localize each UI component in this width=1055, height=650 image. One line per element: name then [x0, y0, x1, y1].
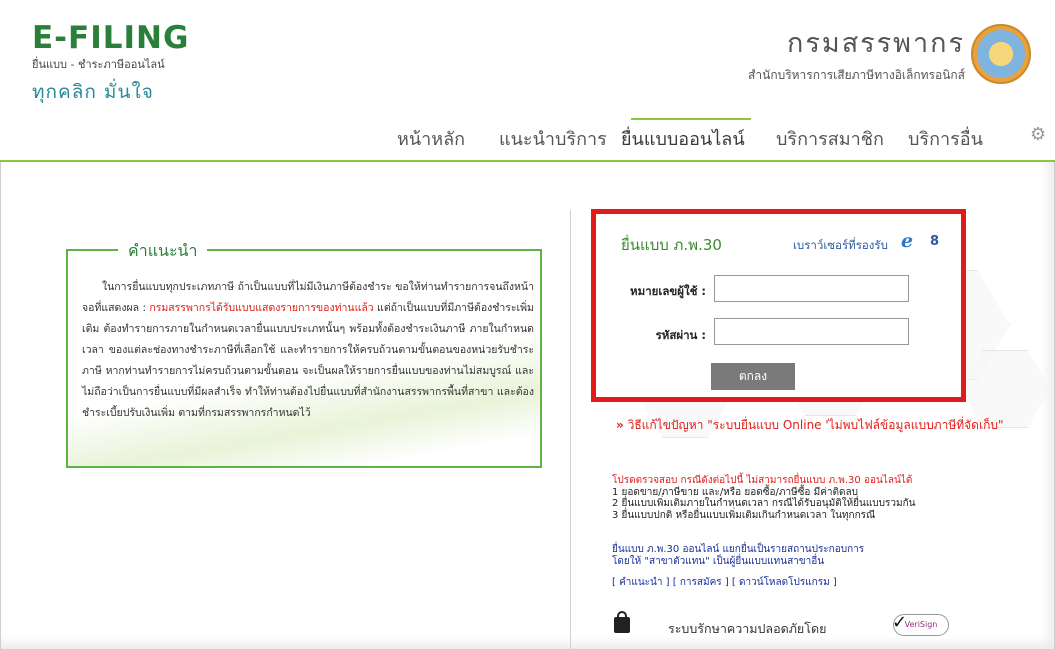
nav-active-indicator — [631, 118, 751, 120]
notice-line: 3 ยื่นแบบปกติ หรือยื่นแบบเพิ่มเติมเกินกำ… — [612, 509, 876, 521]
link-advice[interactable]: [ คำแนะนำ ] — [612, 577, 670, 588]
gear-icon[interactable]: ⚙ — [1030, 124, 1046, 145]
efiling-logo[interactable]: E-FILING ยื่นแบบ - ชำระภาษีออนไลน์ ทุกคล… — [32, 22, 189, 107]
site-header: E-FILING ยื่นแบบ - ชำระภาษีออนไลน์ ทุกคล… — [0, 0, 1055, 162]
nav-item-file-online[interactable]: ยื่นแบบออนไลน์ — [621, 124, 745, 153]
nav-item-other-services[interactable]: บริการอื่น — [908, 124, 983, 153]
advice-title: คำแนะนำ — [118, 239, 208, 264]
login-panel: ยื่นแบบ ภ.พ.30 เบราว์เซอร์ที่รองรับ e 8 … — [591, 209, 966, 402]
department-subtitle: สำนักบริหารการเสียภาษีทางอิเล็กทรอนิกส์ — [748, 68, 965, 82]
browser-version: 8 — [930, 234, 940, 249]
help-link[interactable]: » วิธีแก้ไขปัญหา "ระบบยื่นแบบ Online 'ไม… — [616, 418, 1006, 433]
password-label: รหัสผ่าน : — [655, 328, 706, 342]
link-download-program[interactable]: [ ดาวน์โหลดโปรแกรม ] — [732, 577, 837, 588]
nav-item-member-services[interactable]: บริการสมาชิก — [776, 124, 884, 153]
advice-text-highlight: กรมสรรพากรได้รับแบบแสดงรายการของท่านแล้ว — [149, 302, 374, 314]
login-title: ยื่นแบบ ภ.พ.30 — [621, 236, 722, 254]
logo-slogan: ทุกคลิก มั่นใจ — [32, 81, 154, 103]
revenue-department-seal-icon — [971, 24, 1031, 84]
department-block: กรมสรรพากร สำนักบริหารการเสียภาษีทางอิเล… — [748, 28, 965, 85]
nav-item-service-intro[interactable]: แนะนำบริการ — [499, 124, 607, 153]
help-prefix: » — [616, 418, 624, 432]
advice-box: คำแนะนำ ในการยื่นแบบทุกประเภทภาษี ถ้าเป็… — [66, 239, 542, 468]
username-input[interactable] — [714, 275, 909, 302]
nav-item-home[interactable]: หน้าหลัก — [397, 124, 465, 153]
notice-line: 1 ยอดขาย/ภาษีขาย และ/หรือ ยอดซื้อ/ภาษีซื… — [612, 486, 858, 498]
lock-icon — [614, 611, 630, 633]
submit-button[interactable]: ตกลง — [711, 363, 795, 390]
branch-note-line1: ยื่นแบบ ภ.พ.30 ออนไลน์ แยกยื่นเป็นรายสถา… — [612, 544, 865, 555]
internet-explorer-icon: e — [901, 230, 914, 252]
help-text: วิธีแก้ไขปัญหา "ระบบยื่นแบบ Online 'ไม่พ… — [627, 418, 1004, 432]
security-text: ระบบรักษาความปลอดภัยโดย — [668, 621, 827, 636]
branch-links: [ คำแนะนำ ] [ การสมัคร ] [ ดาวน์โหลดโปรแ… — [612, 575, 837, 590]
department-name: กรมสรรพากร — [787, 28, 965, 59]
username-label: หมายเลขผู้ใช้ : — [630, 284, 706, 298]
main-nav: หน้าหลัก แนะนำบริการ ยื่นแบบออนไลน์ บริก… — [0, 118, 1055, 158]
link-register[interactable]: [ การสมัคร ] — [673, 577, 729, 588]
branch-note: ยื่นแบบ ภ.พ.30 ออนไลน์ แยกยื่นเป็นรายสถา… — [612, 544, 1012, 567]
notice-heading: โปรดตรวจสอบ กรณีดังต่อไปนี้ ไม่สามารถยื่… — [612, 475, 913, 486]
supported-browser-label: เบราว์เซอร์ที่รองรับ — [793, 238, 888, 252]
branch-note-line2: โดยให้ "สาขาตัวแทน" เป็นผู้ยื่นแบบแทนสาข… — [612, 555, 825, 567]
checkmark-icon: ✓ — [892, 612, 908, 633]
password-input[interactable] — [714, 318, 909, 345]
advice-text: ในการยื่นแบบทุกประเภทภาษี ถ้าเป็นแบบที่ไ… — [82, 277, 534, 424]
column-divider — [570, 210, 571, 650]
advice-text-part2: แต่ถ้าเป็นแบบที่มีภาษีต้องชำระเพิ่มเติม … — [82, 302, 534, 419]
logo-subtitle: ยื่นแบบ - ชำระภาษีออนไลน์ — [32, 58, 165, 71]
notice-line: 2 ยื่นแบบเพิ่มเติมภายในกำหนดเวลา กรณีได้… — [612, 498, 916, 509]
notice-block: โปรดตรวจสอบ กรณีดังต่อไปนี้ ไม่สามารถยื่… — [612, 475, 1012, 521]
logo-title: E-FILING — [32, 20, 190, 56]
